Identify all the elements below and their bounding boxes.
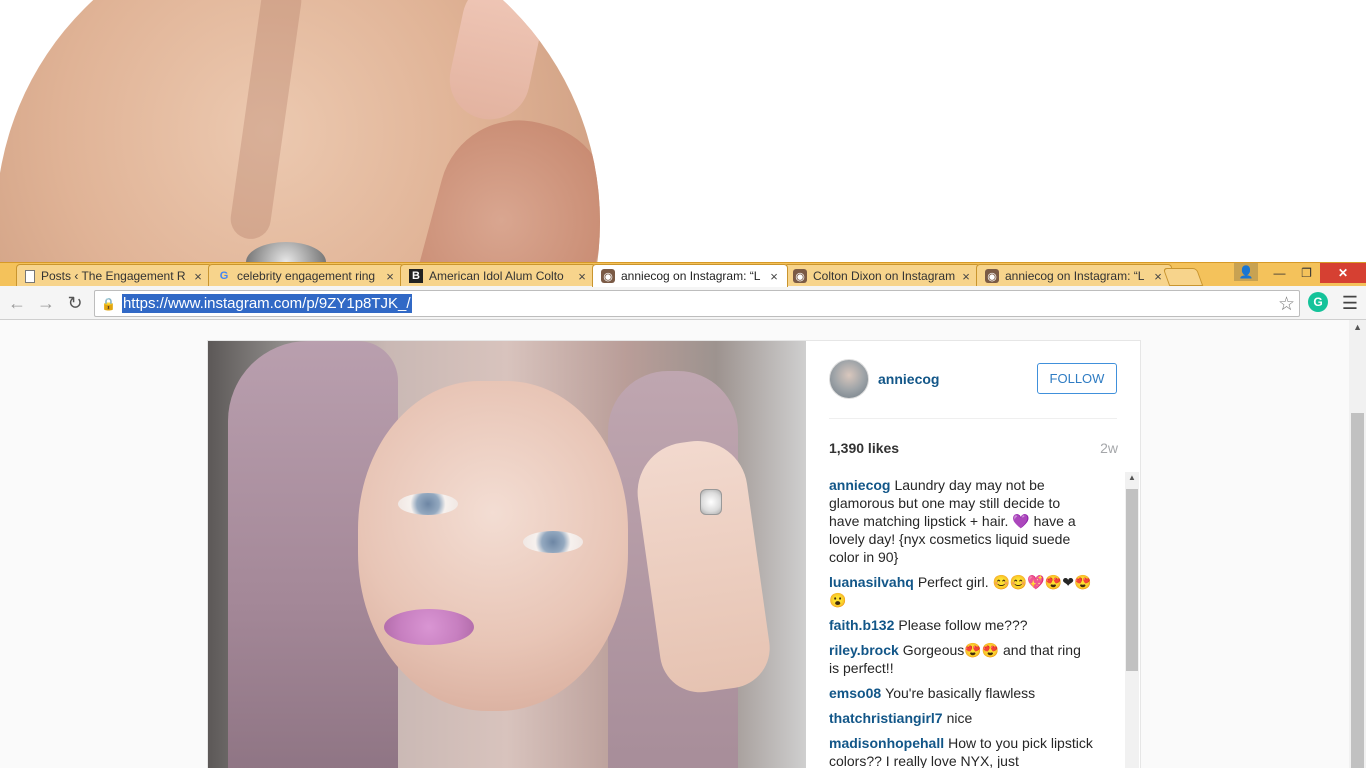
bookmark-star-icon[interactable]: ☆ [1278, 293, 1295, 316]
browser-window: Posts ‹ The Engagement R × G celebrity e… [0, 262, 1366, 768]
browser-toolbar: ← → ↻ 🔒 https://www.instagram.com/p/9ZY1… [0, 286, 1366, 320]
comment-username[interactable]: thatchristiangirl7 [829, 710, 943, 726]
instagram-icon: ◉ [793, 269, 807, 283]
lock-icon: 🔒 [101, 296, 116, 311]
scroll-up-arrow-icon[interactable]: ▲ [1353, 322, 1362, 332]
minimize-icon[interactable]: — [1266, 263, 1293, 283]
tab-close-icon[interactable]: × [383, 269, 397, 284]
comment-username[interactable]: faith.b132 [829, 617, 894, 633]
tab-colton-dixon[interactable]: ◉ Colton Dixon on Instagram × [784, 264, 980, 287]
post-sidebar: anniecog FOLLOW 1,390 likes 2w anniecog L… [807, 341, 1141, 768]
forward-arrow-icon[interactable]: → [34, 291, 58, 315]
instagram-icon: ◉ [985, 269, 999, 283]
comment-item: faith.b132 Please follow me??? [829, 616, 1093, 634]
tab-close-icon[interactable]: × [191, 269, 205, 284]
wallpaper-fingertip [442, 0, 550, 127]
comment-username[interactable]: luanasilvahq [829, 574, 914, 590]
post-time-ago[interactable]: 2w [1100, 440, 1118, 456]
address-bar[interactable]: 🔒 https://www.instagram.com/p/9ZY1p8TJK_… [94, 290, 1300, 317]
page-scrollbar[interactable]: ▲ [1349, 320, 1366, 768]
comment-text: nice [946, 710, 973, 726]
comments-list: anniecog Laundry day may not be glamorous… [829, 476, 1093, 768]
photo-lips [384, 609, 474, 645]
tab-title: American Idol Alum Colto [429, 269, 564, 283]
google-icon: G [219, 270, 229, 282]
wallpaper-ring [246, 242, 326, 262]
page-scroll-thumb[interactable] [1351, 413, 1364, 768]
photo-eye-right [523, 531, 583, 553]
tab-google-search[interactable]: G celebrity engagement ring × [208, 264, 404, 287]
back-arrow-icon[interactable]: ← [5, 291, 29, 315]
profile-icon[interactable]: 👤 [1234, 263, 1258, 281]
comment-item: thatchristiangirl7 nice [829, 709, 1093, 727]
window-controls: 👤 — ❐ ✕ [1234, 263, 1366, 283]
comment-item: emso08 You're basically flawless [829, 684, 1093, 702]
comment-username[interactable]: madisonhopehall [829, 735, 944, 751]
comment-username[interactable]: emso08 [829, 685, 881, 701]
b-logo-icon: B [409, 269, 423, 283]
post-header: anniecog FOLLOW [829, 359, 1117, 419]
tab-close-icon[interactable]: × [575, 269, 589, 284]
tab-close-icon[interactable]: × [767, 269, 781, 284]
close-icon[interactable]: ✕ [1320, 263, 1366, 283]
desktop-wallpaper [0, 0, 1366, 262]
tab-anniecog-active[interactable]: ◉ anniecog on Instagram: “L × [592, 264, 788, 287]
restore-icon[interactable]: ❐ [1293, 263, 1320, 283]
comment-item: luanasilvahq Perfect girl. 😊😊💖😍❤😍😮 [829, 573, 1093, 609]
tab-american-idol[interactable]: B American Idol Alum Colto × [400, 264, 596, 287]
tab-strip: Posts ‹ The Engagement R × G celebrity e… [0, 262, 1366, 287]
page-icon [25, 269, 35, 283]
url-text[interactable]: https://www.instagram.com/p/9ZY1p8TJK_/ [121, 294, 412, 313]
comments-scrollbar[interactable]: ▲ [1125, 472, 1139, 768]
tab-title: Colton Dixon on Instagram [813, 269, 956, 283]
likes-count[interactable]: 1,390 likes [829, 440, 899, 456]
avatar[interactable] [829, 359, 869, 399]
tab-anniecog-2[interactable]: ◉ anniecog on Instagram: “L × [976, 264, 1172, 287]
post-author-username[interactable]: anniecog [878, 371, 939, 387]
instagram-icon: ◉ [601, 269, 615, 283]
wallpaper-finger-crease [228, 0, 304, 242]
comment-text: You're basically flawless [885, 685, 1036, 701]
reload-icon[interactable]: ↻ [63, 291, 87, 315]
tab-posts[interactable]: Posts ‹ The Engagement R × [16, 264, 212, 287]
follow-button[interactable]: FOLLOW [1037, 363, 1117, 394]
photo-face [358, 381, 628, 711]
comment-text: Please follow me??? [898, 617, 1028, 633]
photo-ring [700, 489, 722, 515]
tab-close-icon[interactable]: × [959, 269, 973, 284]
wallpaper-finger [395, 102, 600, 262]
tab-title: Posts ‹ The Engagement R [41, 269, 186, 283]
page-viewport: anniecog FOLLOW 1,390 likes 2w anniecog L… [0, 320, 1366, 768]
scroll-up-arrow-icon[interactable]: ▲ [1128, 473, 1136, 482]
instagram-post: anniecog FOLLOW 1,390 likes 2w anniecog L… [207, 340, 1141, 768]
wallpaper-photo [0, 0, 600, 262]
photo-eye-left [398, 493, 458, 515]
comments-scroll-thumb[interactable] [1126, 489, 1138, 671]
tab-title: anniecog on Instagram: “L [1005, 269, 1145, 283]
comment-username[interactable]: riley.brock [829, 642, 899, 658]
menu-hamburger-icon[interactable]: ☰ [1339, 292, 1361, 314]
comment-username[interactable]: anniecog [829, 477, 890, 493]
new-tab-button[interactable] [1162, 268, 1204, 286]
tab-title: anniecog on Instagram: “L [621, 269, 761, 283]
tab-title: celebrity engagement ring [237, 269, 376, 283]
comment-item: anniecog Laundry day may not be glamorous… [829, 476, 1093, 566]
comment-item: riley.brock Gorgeous😍😍 and that ring is p… [829, 641, 1093, 677]
comment-item: madisonhopehall How to you pick lipstick … [829, 734, 1093, 768]
post-photo [208, 341, 806, 768]
grammarly-extension-icon[interactable]: G [1308, 292, 1328, 312]
